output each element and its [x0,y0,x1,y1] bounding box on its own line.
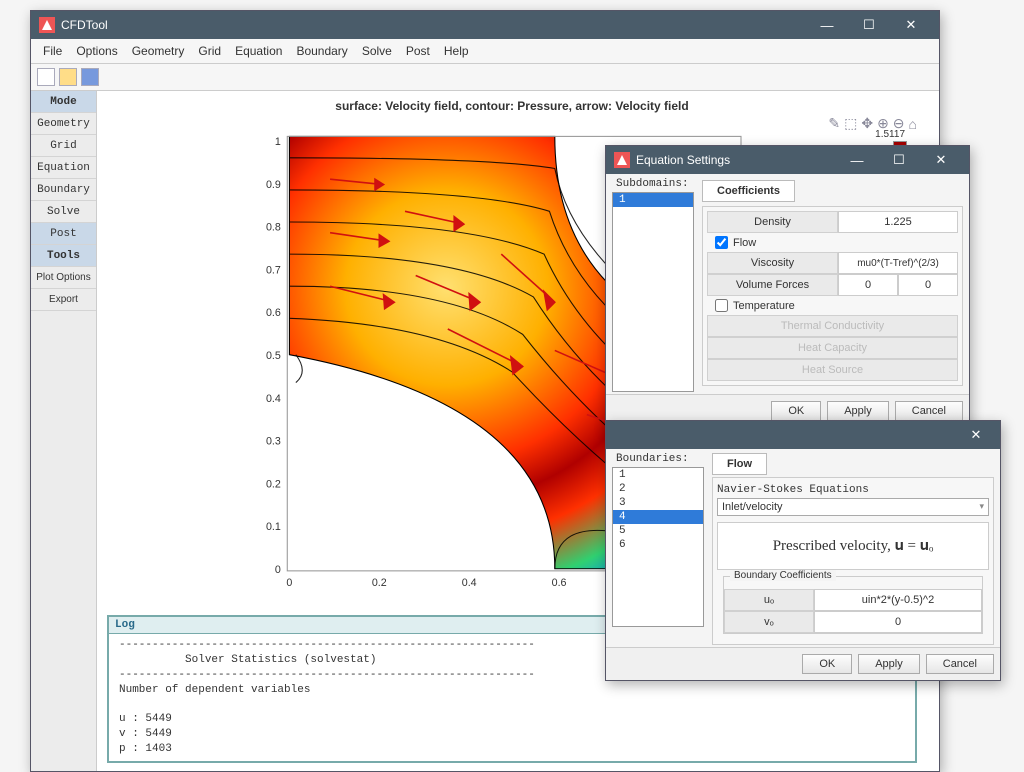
menu-help[interactable]: Help [438,42,475,60]
svg-text:0.1: 0.1 [266,521,281,533]
sidebar-post[interactable]: Post [31,223,96,245]
heat-capacity-label: Heat Capacity [707,337,958,359]
volume-forces-label: Volume Forces [707,274,838,296]
menu-options[interactable]: Options [70,42,123,60]
bc-type-combo[interactable]: Inlet/velocity [717,498,989,516]
eq-title: Equation Settings [636,153,837,167]
bd-titlebar: ✕ [606,421,1000,449]
svg-text:0.8: 0.8 [266,222,281,234]
boundary-settings-dialog: ✕ Boundaries: 1 2 3 4 5 6 Flow Navier-St… [605,420,1001,681]
plot-title: surface: Velocity field, contour: Pressu… [99,97,925,115]
viscosity-input[interactable]: mu0*(T-Tref)^(2/3) [838,252,958,274]
list-item[interactable]: 6 [613,538,703,552]
temperature-label: Temperature [733,300,795,312]
sidebar-plot-options[interactable]: Plot Options [31,267,96,289]
temperature-checkbox[interactable] [715,299,728,312]
svg-text:0.9: 0.9 [266,179,281,191]
viscosity-label: Viscosity [707,252,838,274]
thermal-conductivity-label: Thermal Conductivity [707,315,958,337]
open-icon[interactable] [59,68,77,86]
menubar: File Options Geometry Grid Equation Boun… [31,39,939,64]
density-label: Density [707,211,838,233]
sidebar-boundary[interactable]: Boundary [31,179,96,201]
app-icon [39,17,55,33]
close-button[interactable]: ✕ [891,14,931,36]
close-button[interactable]: ✕ [921,149,961,171]
volume-force-x-input[interactable]: 0 [838,274,898,296]
list-item[interactable]: 1 [613,468,703,482]
cancel-button[interactable]: Cancel [895,401,963,421]
list-item[interactable]: 4 [613,510,703,524]
svg-text:0.2: 0.2 [372,577,387,589]
bc-coeffs-label: Boundary Coefficients [730,570,836,581]
svg-text:0.7: 0.7 [266,264,281,276]
v0-input[interactable]: 0 [814,611,982,633]
save-icon[interactable] [81,68,99,86]
menu-boundary[interactable]: Boundary [290,42,353,60]
menu-geometry[interactable]: Geometry [126,42,191,60]
apply-button[interactable]: Apply [858,654,920,674]
list-item[interactable]: 2 [613,482,703,496]
svg-text:0.4: 0.4 [266,393,281,405]
tab-flow[interactable]: Flow [712,453,767,475]
svg-text:0.6: 0.6 [266,307,281,319]
mode-sidebar: Mode Geometry Grid Equation Boundary Sol… [31,91,97,771]
sidebar-grid[interactable]: Grid [31,135,96,157]
list-item[interactable]: 1 [613,193,693,207]
list-item[interactable]: 3 [613,496,703,510]
svg-text:1: 1 [275,136,281,148]
v0-label: vₒ [724,611,814,633]
sidebar-mode[interactable]: Mode [31,91,96,113]
menu-file[interactable]: File [37,42,68,60]
ok-button[interactable]: OK [802,654,852,674]
svg-text:0: 0 [275,564,281,576]
cancel-button[interactable]: Cancel [926,654,994,674]
app-title: CFDTool [61,18,807,32]
toolbar [31,64,939,91]
svg-text:0.6: 0.6 [552,577,567,589]
sidebar-export[interactable]: Export [31,289,96,311]
maximize-button[interactable]: ☐ [849,14,889,36]
subdomains-label: Subdomains: [612,176,694,192]
menu-equation[interactable]: Equation [229,42,288,60]
svg-text:0.4: 0.4 [462,577,477,589]
volume-force-y-input[interactable]: 0 [898,274,958,296]
apply-button[interactable]: Apply [827,401,889,421]
ok-button[interactable]: OK [771,401,821,421]
minimize-button[interactable]: — [837,149,877,171]
flow-label: Flow [733,237,756,249]
boundaries-list[interactable]: 1 2 3 4 5 6 [612,467,704,627]
sidebar-solve[interactable]: Solve [31,201,96,223]
u0-input[interactable]: uin*2*(y-0.5)^2 [814,589,982,611]
subdomains-list[interactable]: 1 [612,192,694,392]
svg-text:0.3: 0.3 [266,436,281,448]
list-item[interactable]: 5 [613,524,703,538]
boundaries-label: Boundaries: [612,451,704,467]
eq-titlebar: Equation Settings — ☐ ✕ [606,146,969,174]
equation-display: Prescribed velocity, 𝐮 = 𝐮ₒ [717,522,989,570]
menu-grid[interactable]: Grid [192,42,227,60]
flow-checkbox[interactable] [715,236,728,249]
titlebar: CFDTool — ☐ ✕ [31,11,939,39]
menu-post[interactable]: Post [400,42,436,60]
heat-source-label: Heat Source [707,359,958,381]
tab-coefficients[interactable]: Coefficients [702,180,795,202]
close-button[interactable]: ✕ [956,424,996,446]
u0-label: uₒ [724,589,814,611]
equation-group: Navier-Stokes Equations [717,482,989,498]
density-input[interactable]: 1.225 [838,211,958,233]
app-icon [614,152,630,168]
sidebar-equation[interactable]: Equation [31,157,96,179]
maximize-button[interactable]: ☐ [879,149,919,171]
sidebar-tools[interactable]: Tools [31,245,96,267]
minimize-button[interactable]: — [807,14,847,36]
sidebar-geometry[interactable]: Geometry [31,113,96,135]
menu-solve[interactable]: Solve [356,42,398,60]
svg-text:0: 0 [286,577,292,589]
equation-settings-dialog: Equation Settings — ☐ ✕ Subdomains: 1 Co… [605,145,970,428]
new-icon[interactable] [37,68,55,86]
svg-text:0.5: 0.5 [266,350,281,362]
svg-text:0.2: 0.2 [266,478,281,490]
